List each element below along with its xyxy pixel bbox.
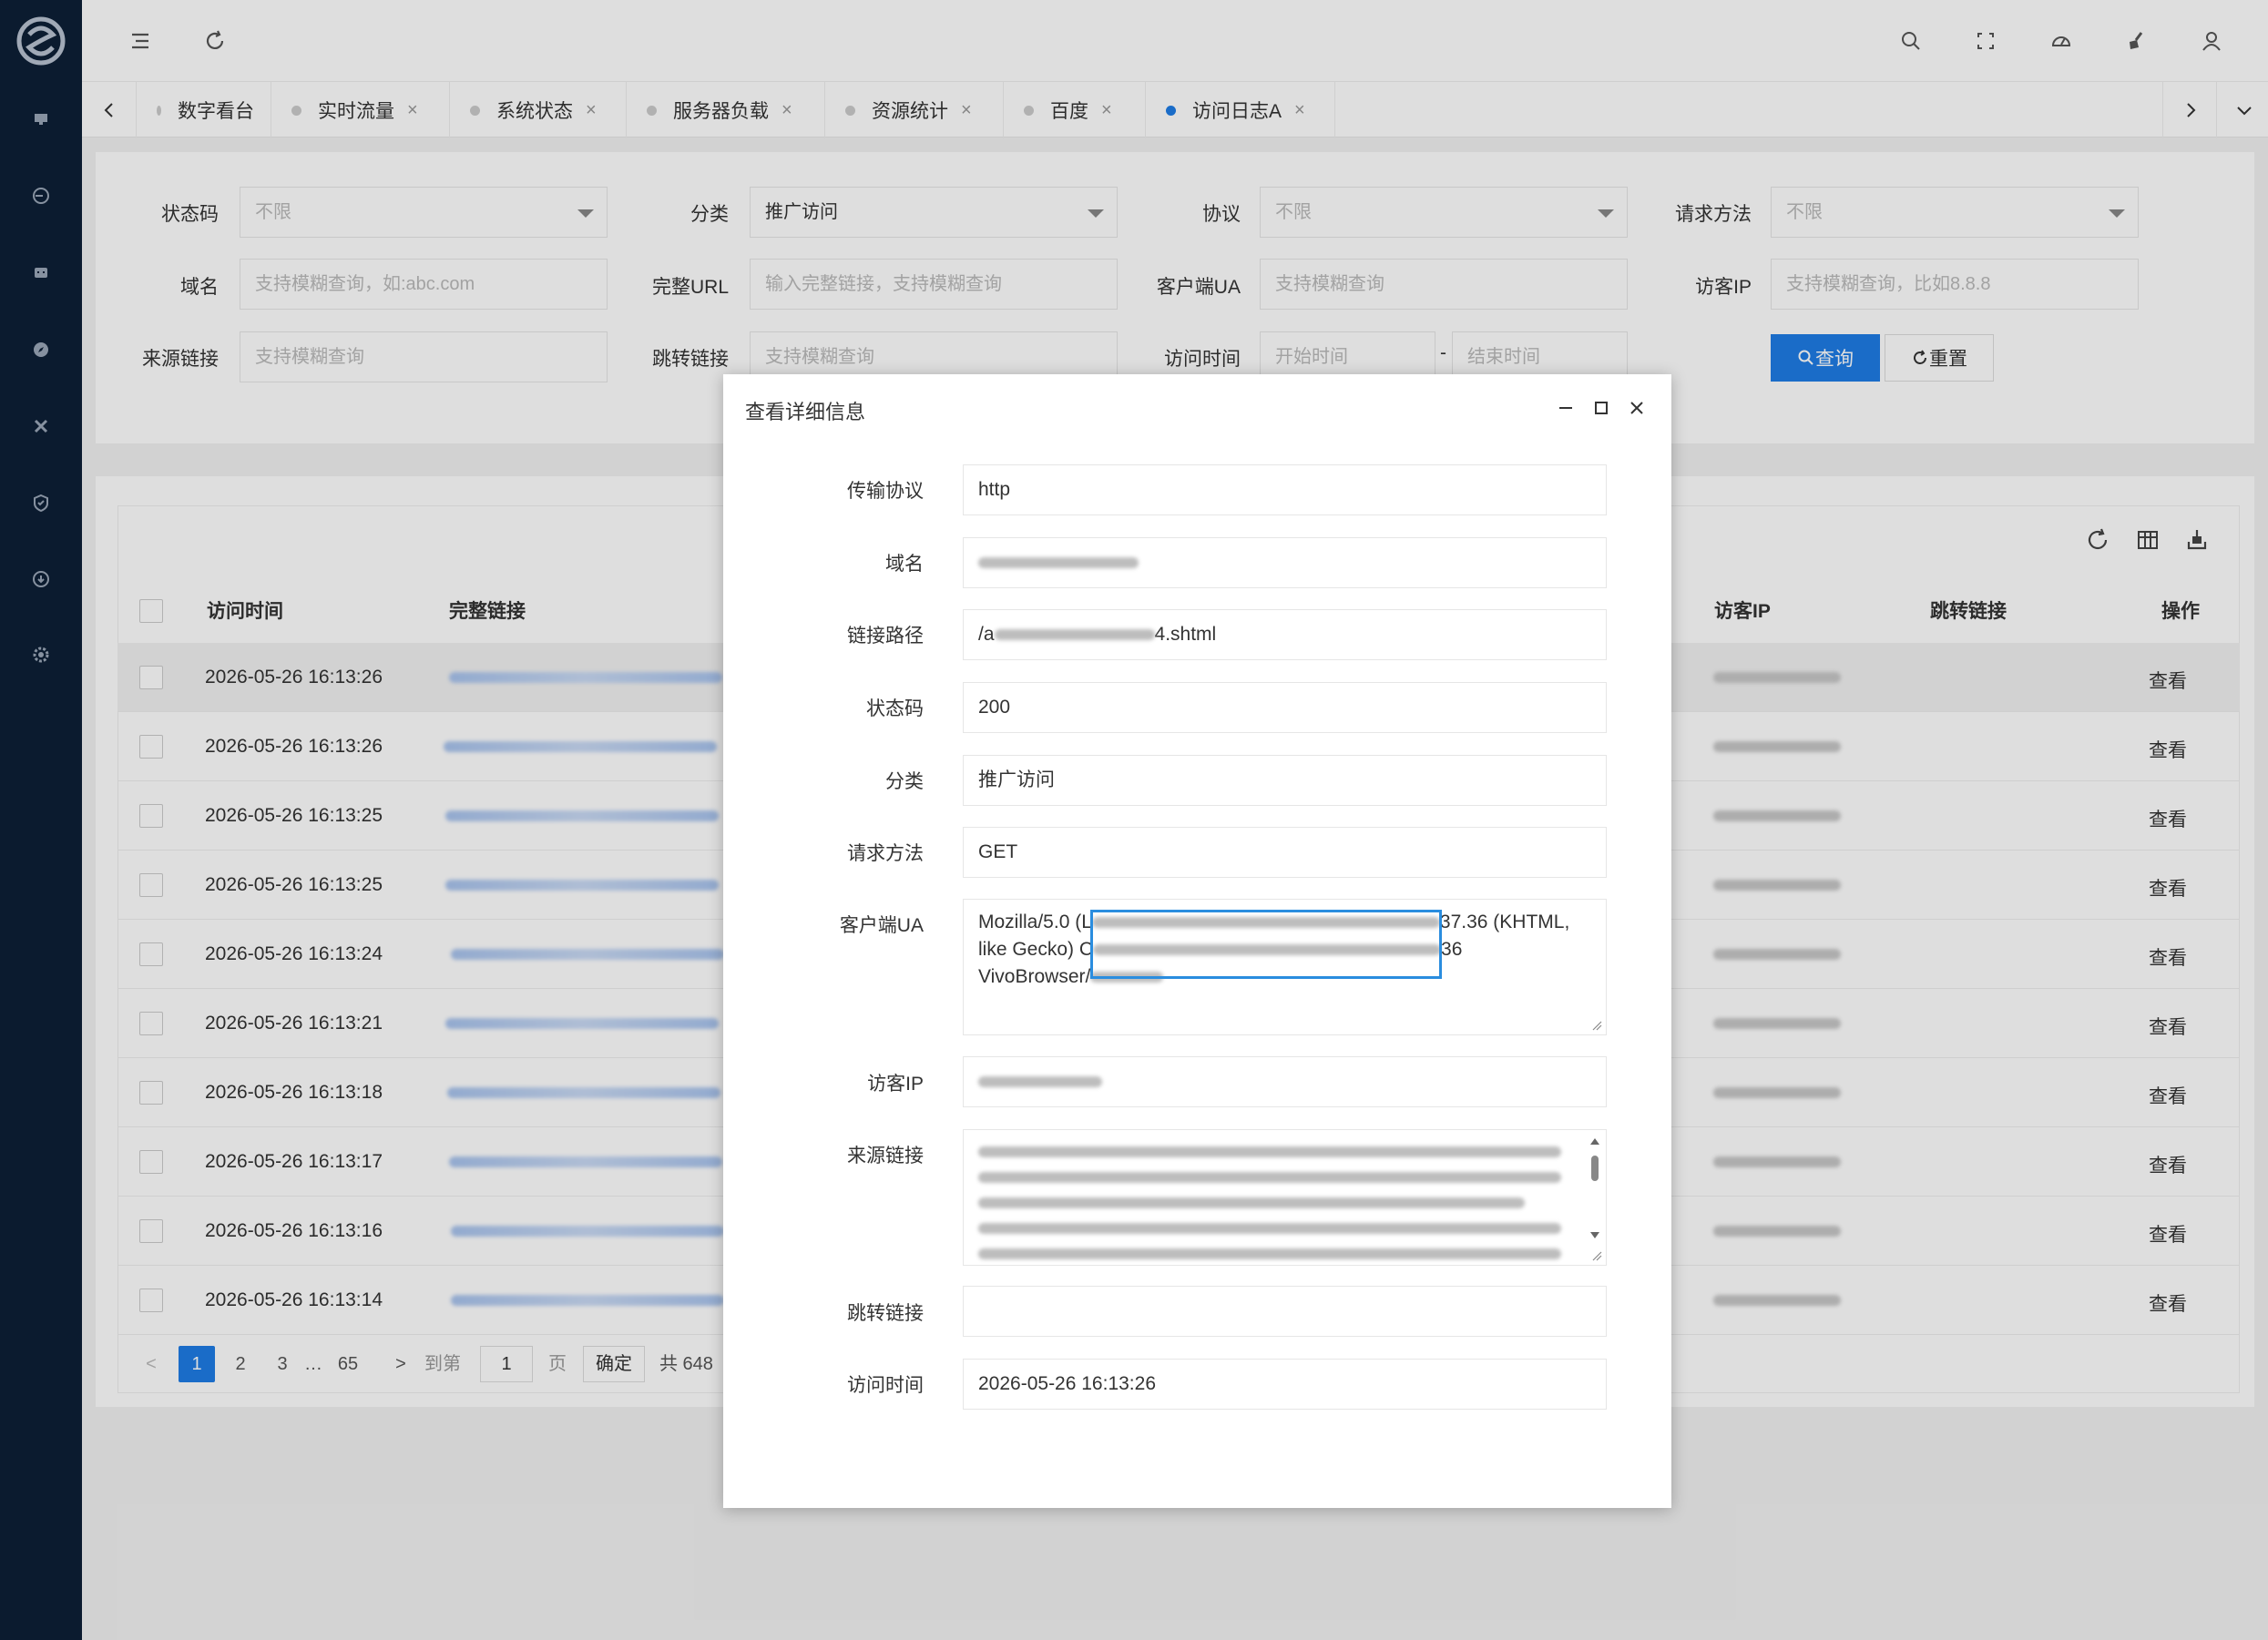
maximize-icon[interactable] xyxy=(1589,396,1613,420)
resize-handle-icon[interactable] xyxy=(1591,1250,1602,1261)
field-ua-label: 客户端UA xyxy=(839,915,924,936)
field-method-label: 请求方法 xyxy=(847,843,924,864)
redacted-text xyxy=(978,1076,1102,1088)
close-icon[interactable] xyxy=(1625,396,1649,420)
method-field[interactable]: GET xyxy=(963,827,1607,878)
field-redirect-label: 跳转链接 xyxy=(847,1303,924,1324)
ua-text: Mozilla/5.0 (L xyxy=(978,912,1092,932)
field-referer-label: 来源链接 xyxy=(847,1146,924,1166)
redacted-text xyxy=(978,557,1139,569)
redirect-field[interactable] xyxy=(963,1286,1607,1337)
visitor-ip-field[interactable] xyxy=(963,1056,1607,1107)
protocol-field[interactable]: http xyxy=(963,464,1607,515)
resize-handle-icon[interactable] xyxy=(1591,1020,1602,1031)
minimize-icon[interactable] xyxy=(1554,396,1578,420)
referer-content xyxy=(978,1139,1591,1259)
path-prefix: /a xyxy=(978,624,995,645)
field-path-label: 链接路径 xyxy=(847,626,924,647)
field-status-label: 状态码 xyxy=(866,698,924,719)
visit-time-field[interactable]: 2026-05-26 16:13:26 xyxy=(963,1359,1607,1410)
ua-text: VivoBrowser/ xyxy=(978,966,1091,987)
ua-text: 37.36 (KHTML, xyxy=(1439,912,1570,932)
field-visit-time-label: 访问时间 xyxy=(847,1375,924,1396)
redacted-text xyxy=(978,1223,1561,1234)
field-domain-label: 域名 xyxy=(885,554,924,575)
ua-text: like Gecko) C xyxy=(978,939,1094,960)
field-protocol-label: 传输协议 xyxy=(847,481,924,502)
redacted-text xyxy=(978,1197,1525,1208)
modal-title: 查看详细信息 xyxy=(745,401,866,423)
redacted-text xyxy=(978,1172,1561,1183)
field-visitor-ip-label: 访客IP xyxy=(867,1074,924,1095)
domain-field[interactable] xyxy=(963,537,1607,588)
redacted-text xyxy=(978,1146,1561,1157)
field-category-label: 分类 xyxy=(885,771,924,792)
path-field[interactable]: /a 4.shtml xyxy=(963,609,1607,660)
referer-textarea[interactable] xyxy=(963,1129,1607,1266)
ua-text: 36 xyxy=(1441,939,1463,960)
status-field[interactable]: 200 xyxy=(963,682,1607,733)
selection-highlight xyxy=(1090,910,1442,979)
path-suffix: 4.shtml xyxy=(1154,624,1217,645)
scrollbar[interactable] xyxy=(1588,1134,1602,1243)
redacted-text xyxy=(978,1248,1561,1259)
redacted-text xyxy=(994,629,1155,641)
category-field[interactable]: 推广访问 xyxy=(963,755,1607,806)
